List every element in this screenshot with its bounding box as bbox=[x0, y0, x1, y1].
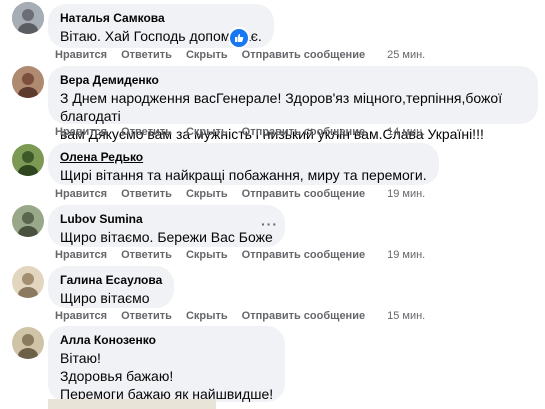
comment-text: Вітаю! Здоровья бажаю! Перемоги бажаю як… bbox=[60, 350, 274, 402]
comment-bubble: Lubov Sumina Щиро вітаємо. Бережи Вас Бо… bbox=[48, 205, 285, 247]
avatar-photo-icon bbox=[12, 144, 44, 176]
like-button[interactable]: Нравится bbox=[55, 126, 107, 138]
avatar[interactable] bbox=[12, 327, 44, 359]
comment-timestamp[interactable]: 19 мин. bbox=[387, 188, 425, 200]
avatar[interactable] bbox=[12, 66, 44, 98]
comment-actions: Нравится Ответить Скрыть Отправить сообщ… bbox=[55, 248, 425, 262]
like-button[interactable]: Нравится bbox=[55, 310, 107, 322]
more-options-icon[interactable]: ··· bbox=[261, 216, 278, 232]
comment-actions: Нравится Ответить Скрыть Отправить сообщ… bbox=[55, 125, 425, 139]
avatar[interactable] bbox=[12, 205, 44, 237]
comment-bubble: Вера Демиденко З Днем народження васГене… bbox=[48, 66, 538, 142]
send-message-button[interactable]: Отправить сообщение bbox=[242, 49, 365, 61]
avatar[interactable] bbox=[12, 266, 44, 298]
comment-author[interactable]: Галина Есаулова bbox=[60, 272, 162, 288]
comment-actions: Нравится Ответить Скрыть Отправить сообщ… bbox=[55, 309, 425, 323]
send-message-button[interactable]: Отправить сообщение bbox=[242, 310, 365, 322]
comment-actions: Нравится Ответить Скрыть Отправить сообщ… bbox=[55, 48, 425, 62]
reply-button[interactable]: Ответить bbox=[121, 188, 172, 200]
comment-author[interactable]: Наталья Самкова bbox=[60, 10, 262, 26]
send-message-button[interactable]: Отправить сообщение bbox=[242, 188, 365, 200]
comment-timestamp[interactable]: 25 мин. bbox=[387, 49, 425, 61]
like-reaction-icon[interactable] bbox=[228, 27, 250, 49]
avatar-photo-icon bbox=[12, 266, 44, 298]
comment-author[interactable]: Олена Редько bbox=[60, 149, 427, 165]
comment-text: Щирі вітання та найкращі побажання, миру… bbox=[60, 167, 427, 183]
comment-bubble: Олена Редько Щирі вітання та найкращі по… bbox=[48, 143, 439, 185]
avatar[interactable] bbox=[12, 2, 44, 34]
hide-button[interactable]: Скрыть bbox=[186, 249, 228, 261]
send-message-button[interactable]: Отправить сообщение bbox=[242, 126, 365, 138]
hide-button[interactable]: Скрыть bbox=[186, 310, 228, 322]
avatar[interactable] bbox=[12, 144, 44, 176]
reply-button[interactable]: Ответить bbox=[121, 249, 172, 261]
like-button[interactable]: Нравится bbox=[55, 249, 107, 261]
comment-text: Щиро вітаємо bbox=[60, 290, 150, 306]
comment-timestamp[interactable]: 19 мин. bbox=[387, 249, 425, 261]
comment-author[interactable]: Lubov Sumina bbox=[60, 211, 273, 227]
comment-timestamp[interactable]: 15 мин. bbox=[387, 310, 425, 322]
reply-button[interactable]: Ответить bbox=[121, 126, 172, 138]
comment-author[interactable]: Вера Демиденко bbox=[60, 72, 526, 88]
reply-button[interactable]: Ответить bbox=[121, 49, 172, 61]
hide-button[interactable]: Скрыть bbox=[186, 126, 228, 138]
like-button[interactable]: Нравится bbox=[55, 49, 107, 61]
avatar-photo-icon bbox=[12, 2, 44, 34]
like-button[interactable]: Нравится bbox=[55, 188, 107, 200]
avatar-photo-icon bbox=[12, 205, 44, 237]
avatar-photo-icon bbox=[12, 66, 44, 98]
hide-button[interactable]: Скрыть bbox=[186, 49, 228, 61]
comment-author[interactable]: Алла Конозенко bbox=[60, 332, 273, 348]
attached-image[interactable] bbox=[48, 399, 216, 409]
reply-button[interactable]: Ответить bbox=[121, 310, 172, 322]
comment-bubble: Алла Конозенко Вітаю! Здоровья бажаю! Пе… bbox=[48, 326, 286, 402]
avatar-photo-icon bbox=[12, 327, 44, 359]
comment-actions: Нравится Ответить Скрыть Отправить сообщ… bbox=[55, 187, 425, 201]
hide-button[interactable]: Скрыть bbox=[186, 188, 228, 200]
comment-text: Щиро вітаємо. Бережи Вас Боже bbox=[60, 229, 273, 245]
send-message-button[interactable]: Отправить сообщение bbox=[242, 249, 365, 261]
comment-bubble: Галина Есаулова Щиро вітаємо bbox=[48, 266, 175, 308]
comment-timestamp[interactable]: 14 мин. bbox=[387, 126, 425, 138]
